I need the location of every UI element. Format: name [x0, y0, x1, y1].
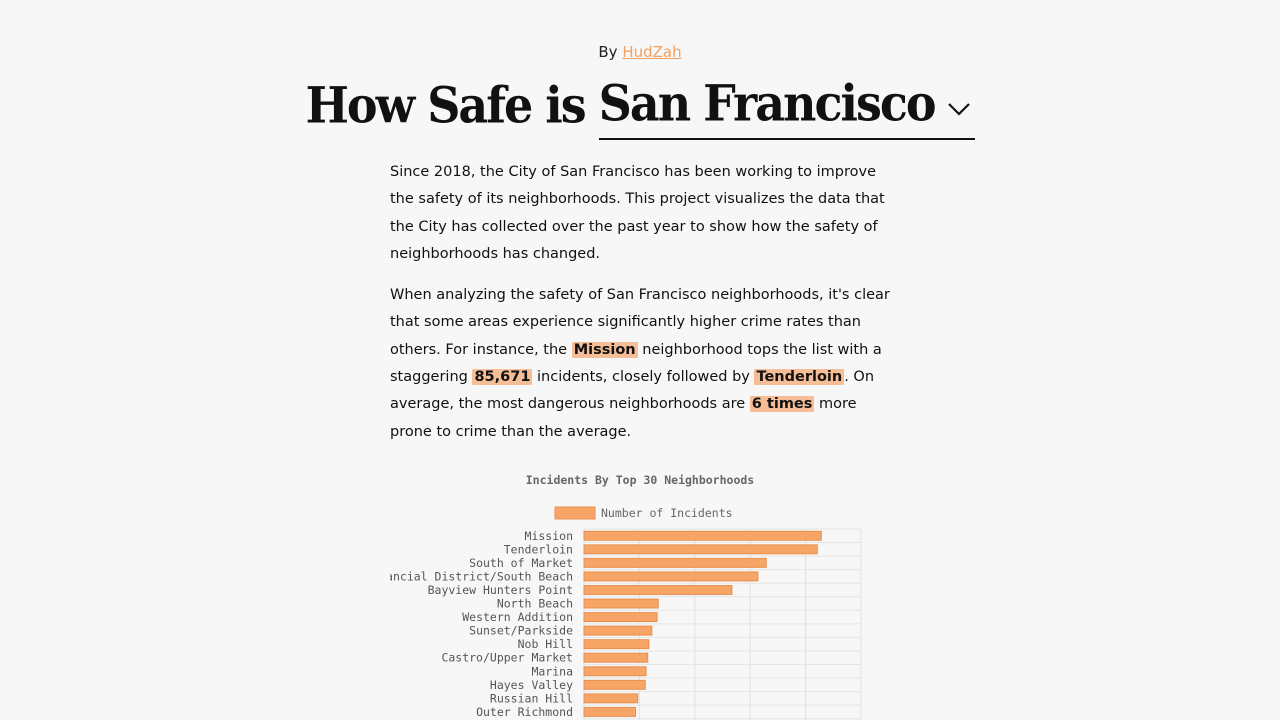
- bar: [583, 612, 658, 623]
- bar: [583, 679, 646, 690]
- byline: By HudZah: [0, 43, 1280, 61]
- article-body: Since 2018, the City of San Francisco ha…: [390, 159, 890, 460]
- y-tick-label: South of Market: [469, 556, 573, 570]
- page-title: How Safe is San Francisco: [0, 68, 1280, 140]
- y-tick-label: Financial District/South Beach: [390, 569, 573, 583]
- y-tick-label: Mission: [525, 529, 573, 543]
- analysis-paragraph: When analyzing the safety of San Francis…: [390, 282, 890, 446]
- bar: [583, 666, 647, 677]
- bar: [583, 530, 822, 541]
- city-dropdown-value: San Francisco: [598, 73, 937, 133]
- y-tick-label: Sunset/Parkside: [469, 624, 573, 638]
- incidents-chart: Incidents By Top 30 Neighborhoods Number …: [390, 466, 880, 720]
- bar: [583, 585, 733, 595]
- y-tick-label: Castro/Upper Market: [441, 651, 573, 665]
- y-tick-label: Marina: [531, 664, 573, 678]
- bar: [583, 652, 649, 663]
- y-tick-label: Nob Hill: [518, 637, 573, 651]
- intro-paragraph: Since 2018, the City of San Francisco ha…: [390, 164, 885, 262]
- city-dropdown[interactable]: San Francisco: [598, 68, 975, 140]
- y-tick-label: Western Addition: [462, 610, 573, 624]
- bar: [583, 693, 639, 704]
- y-tick-label: Outer Richmond: [476, 705, 573, 719]
- y-tick-label: Russian Hill: [490, 691, 573, 705]
- y-tick-label: Hayes Valley: [490, 678, 573, 692]
- y-tick-label: North Beach: [497, 597, 573, 611]
- highlight-top-count: 85,671: [472, 369, 533, 386]
- bar: [583, 571, 759, 582]
- author-link[interactable]: HudZah: [622, 43, 681, 61]
- legend-label: Number of Incidents: [601, 506, 733, 520]
- y-tick-label: Tenderloin: [504, 542, 573, 556]
- chevron-down-icon: [947, 103, 970, 116]
- chart-title: Incidents By Top 30 Neighborhoods: [526, 473, 754, 487]
- highlight-multiplier: 6 times: [749, 396, 815, 413]
- byline-prefix: By: [598, 43, 618, 61]
- bar: [583, 706, 637, 717]
- bar: [583, 544, 818, 555]
- y-tick-label: Bayview Hunters Point: [428, 583, 573, 597]
- bar: [583, 598, 659, 609]
- bar: [583, 625, 653, 636]
- title-prefix: How Safe is: [305, 75, 586, 135]
- incidents-bar-chart: Incidents By Top 30 Neighborhoods Number …: [390, 473, 862, 720]
- highlight-second-neighborhood: Tenderloin: [754, 369, 845, 386]
- legend-swatch: [554, 506, 596, 520]
- bar: [583, 639, 650, 650]
- bar: [583, 557, 767, 568]
- highlight-top-neighborhood: Mission: [571, 341, 638, 358]
- analysis-text: incidents, closely followed by: [537, 369, 750, 386]
